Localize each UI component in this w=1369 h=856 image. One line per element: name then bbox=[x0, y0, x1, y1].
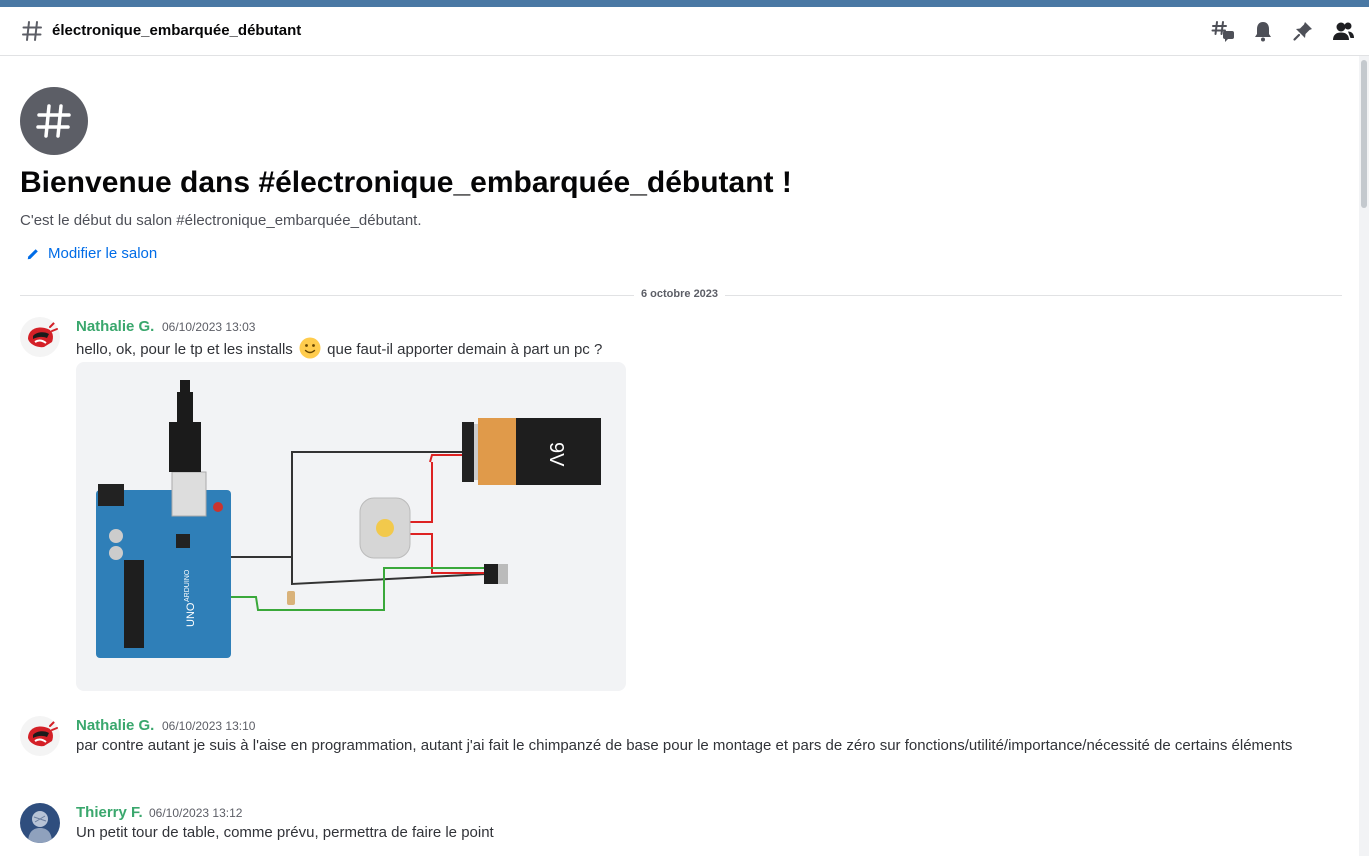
arduino-board bbox=[96, 490, 231, 658]
pin-icon[interactable] bbox=[1291, 19, 1315, 43]
avatar[interactable] bbox=[20, 803, 60, 843]
avatar[interactable] bbox=[20, 716, 60, 756]
channel-hash-icon bbox=[22, 21, 42, 41]
hash-icon bbox=[36, 104, 71, 138]
scrollbar-thumb[interactable] bbox=[1361, 60, 1367, 208]
message-author[interactable]: Nathalie G. bbox=[76, 318, 154, 335]
message-text: hello, ok, pour le tp et les installs qu… bbox=[76, 337, 602, 361]
battery-icon bbox=[478, 418, 516, 485]
message-author[interactable]: Thierry F. bbox=[76, 804, 143, 821]
date-divider-label: 6 octobre 2023 bbox=[634, 288, 726, 300]
channel-header: électronique_embarquée_débutant bbox=[0, 7, 1369, 56]
threads-icon[interactable] bbox=[1211, 19, 1235, 43]
members-icon[interactable] bbox=[1331, 19, 1355, 43]
slight-smile-emoji-icon bbox=[299, 337, 321, 359]
message-text-part: hello, ok, pour le tp et les installs bbox=[76, 341, 293, 358]
image-attachment[interactable]: UNO ARDUINO 9V bbox=[76, 362, 626, 691]
board-label-uno: UNO bbox=[185, 602, 197, 627]
message-text-part: que faut-il apporter demain à part un pc… bbox=[327, 341, 603, 358]
scrollbar[interactable] bbox=[1359, 56, 1369, 856]
edit-channel-label[interactable]: Modifier le salon bbox=[48, 245, 157, 262]
message-text: par contre autant je suis à l'aise en pr… bbox=[76, 737, 1293, 754]
transistor-icon bbox=[484, 564, 498, 584]
resistor-icon bbox=[287, 591, 295, 605]
board-label-arduino: ARDUINO bbox=[184, 569, 191, 602]
avatar[interactable] bbox=[20, 317, 60, 357]
message-author[interactable]: Nathalie G. bbox=[76, 717, 154, 734]
channel-title: électronique_embarquée_débutant bbox=[52, 22, 302, 39]
welcome-subtitle: C'est le début du salon #électronique_em… bbox=[20, 212, 422, 229]
pencil-icon bbox=[27, 248, 38, 259]
message-timestamp: 06/10/2023 13:10 bbox=[162, 719, 256, 733]
edit-channel-link[interactable]: Modifier le salon bbox=[26, 245, 157, 262]
message-text: Un petit tour de table, comme prévu, per… bbox=[76, 824, 494, 841]
message-timestamp: 06/10/2023 13:03 bbox=[162, 320, 256, 334]
channel-welcome-icon bbox=[20, 87, 88, 155]
window-top-bar bbox=[0, 0, 1369, 7]
battery-label: 9V bbox=[545, 442, 567, 467]
welcome-title: Bienvenue dans #électronique_embarquée_d… bbox=[20, 166, 792, 199]
circuit-diagram-image: UNO ARDUINO 9V bbox=[96, 380, 601, 658]
message-timestamp: 06/10/2023 13:12 bbox=[149, 806, 243, 820]
bell-icon[interactable] bbox=[1251, 19, 1275, 43]
